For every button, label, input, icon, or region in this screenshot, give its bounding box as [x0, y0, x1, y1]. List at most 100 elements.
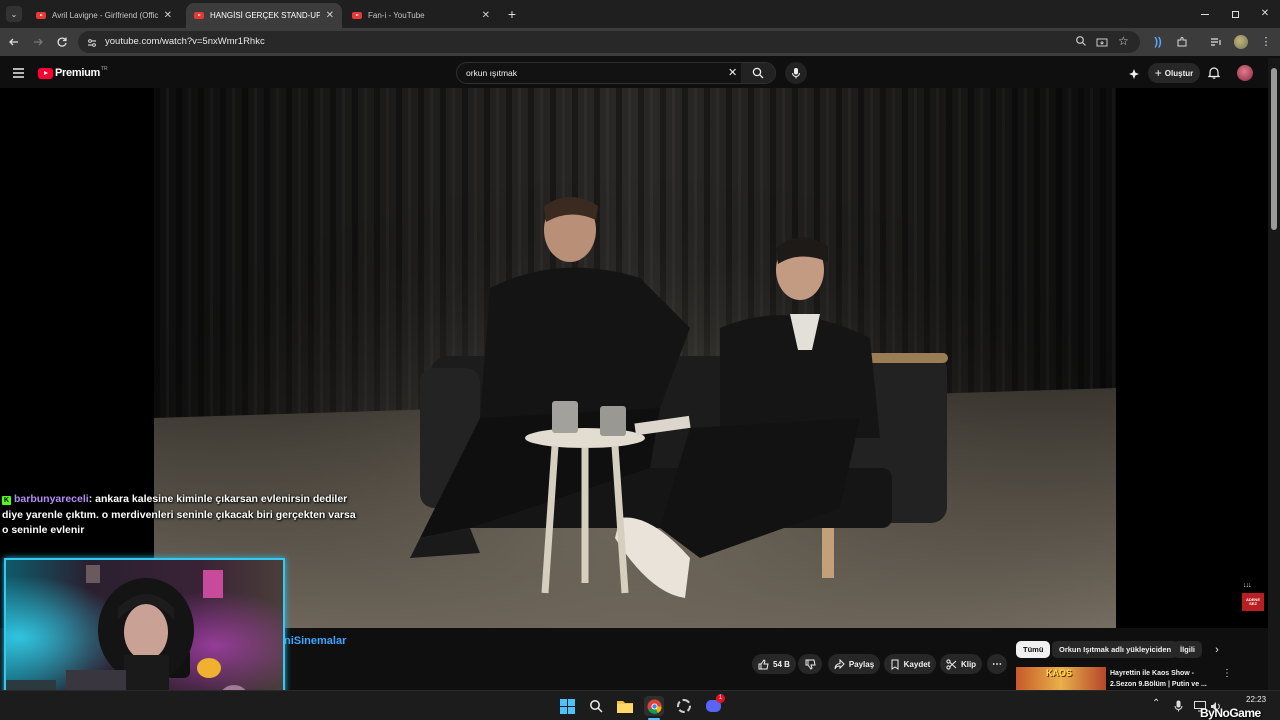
clip-button[interactable]: Klip [940, 654, 982, 674]
corner-badge-text: ADENE SEZ [1245, 597, 1260, 606]
chips-next-button[interactable]: › [1210, 642, 1224, 658]
recommended-more-button[interactable]: ⋮ [1222, 668, 1232, 679]
new-tab-button[interactable]: + [504, 6, 520, 22]
channel-name[interactable]: niSinemalar [284, 635, 346, 647]
page-scrollbar-thumb[interactable] [1271, 68, 1277, 230]
sound-wave-icon: )) [1154, 36, 1162, 48]
restore-button[interactable] [1226, 6, 1244, 22]
browser-tab-1[interactable]: Avril Lavigne - Girlfriend (Official ✕ [28, 3, 180, 28]
voice-search-button[interactable] [785, 62, 807, 84]
browser-tab-strip: ⌄ Avril Lavigne - Girlfriend (Official ✕… [0, 0, 1280, 28]
browser-menu-button[interactable]: ⋮ [1258, 34, 1274, 50]
chip-related[interactable]: İlgili [1173, 641, 1202, 658]
search-box: ✕ [456, 62, 776, 84]
profile-avatar-button[interactable] [1233, 34, 1249, 50]
guide-menu-button[interactable] [12, 66, 26, 80]
back-button[interactable] [6, 34, 22, 50]
hamburger-menu-icon [13, 68, 24, 78]
tray-chevron-up-icon[interactable]: ⌃ [1152, 698, 1160, 709]
browser-toolbar: youtube.com/watch?v=5nxWmr1Rhkc ☆ )) ⋮ [0, 28, 1280, 56]
arrows-down-icon: ↓↓↓ [1243, 582, 1251, 589]
search-button[interactable] [741, 63, 775, 83]
sparkle-icon[interactable] [1128, 67, 1140, 79]
notification-badge: 1 [716, 694, 725, 703]
tab-search-button[interactable]: ⌄ [6, 6, 22, 22]
stream-chat-message: Kbarbunyareceli: ankara kalesine kiminle… [2, 492, 364, 539]
minimize-button[interactable] [1196, 6, 1214, 22]
close-tab-icon[interactable]: ✕ [164, 10, 172, 21]
youtube-logo[interactable]: Premium TR [38, 66, 108, 80]
notifications-button[interactable] [1207, 66, 1221, 80]
like-button[interactable]: 54 B [752, 654, 796, 674]
video-frame-image [154, 88, 1116, 628]
create-label: Oluştur [1164, 68, 1194, 78]
chip-from-uploader[interactable]: Orkun Işıtmak adlı yükleyiciden [1052, 641, 1179, 658]
app-circle-icon [677, 699, 691, 713]
more-actions-button[interactable]: ⋯ [987, 654, 1007, 674]
forward-button[interactable] [30, 34, 46, 50]
close-tab-icon[interactable]: ✕ [482, 10, 490, 21]
video-player[interactable]: ADENE SEZ ↓↓↓ [0, 88, 1268, 628]
browser-tab-2[interactable]: HANGİSİ GERÇEK STAND-UP KO ✕ [186, 3, 342, 28]
zoom-icon[interactable] [1075, 35, 1087, 50]
account-avatar[interactable] [1237, 65, 1253, 81]
clock-time[interactable]: 22:23 [1246, 695, 1266, 704]
recommended-video-thumbnail[interactable]: KAOS [1016, 667, 1106, 690]
window-close-button[interactable]: ✕ [1256, 5, 1274, 21]
search-input[interactable] [466, 66, 716, 80]
app-button[interactable] [674, 696, 694, 716]
tab-title: Avril Lavigne - Girlfriend (Official [52, 11, 158, 20]
chrome-button[interactable] [644, 696, 664, 716]
tab-title: HANGİSİ GERÇEK STAND-UP KO [210, 11, 320, 20]
search-icon [590, 700, 603, 713]
youtube-header: Premium TR ✕ + Oluştur [0, 58, 1280, 88]
url-text: youtube.com/watch?v=5nxWmr1Rhkc [105, 36, 265, 47]
chip-all[interactable]: Tümü [1016, 641, 1051, 658]
more-vertical-icon: ⋮ [1260, 36, 1272, 48]
share-button[interactable]: Paylaş [828, 654, 880, 674]
extensions-button[interactable] [1174, 34, 1190, 50]
puzzle-icon [1177, 37, 1187, 47]
chevron-right-icon: › [1215, 644, 1219, 656]
bookmark-star-icon[interactable]: ☆ [1118, 34, 1129, 48]
create-button[interactable]: + Oluştur [1148, 63, 1200, 83]
media-controls-button[interactable] [1208, 34, 1224, 50]
avatar [1234, 35, 1248, 49]
address-bar[interactable]: youtube.com/watch?v=5nxWmr1Rhkc ☆ [78, 31, 1140, 53]
discord-button[interactable]: 1 [703, 694, 725, 716]
chip-label: Orkun Işıtmak adlı yükleyiciden [1059, 645, 1172, 654]
plus-icon: + [507, 6, 517, 22]
recommended-video-title[interactable]: Hayrettin ile Kaos Show - 2.Sezon 9.Bölü… [1110, 668, 1215, 690]
file-explorer-button[interactable] [615, 696, 635, 716]
recommended-title-line2: 2.Sezon 9.Bölüm | Putin ve ... [1110, 681, 1207, 688]
folder-icon [617, 700, 633, 713]
close-icon: ✕ [1260, 7, 1270, 19]
save-button[interactable]: Kaydet [884, 654, 936, 674]
restore-icon [1231, 10, 1239, 18]
site-info-icon[interactable] [86, 36, 98, 48]
taskbar-search-button[interactable] [586, 696, 606, 716]
dislike-button[interactable] [798, 654, 822, 674]
plus-icon: + [1154, 66, 1162, 80]
channel-corner-badge: ADENE SEZ [1242, 593, 1264, 611]
clear-search-icon[interactable]: ✕ [728, 66, 737, 79]
chevron-down-icon: ⌄ [10, 9, 18, 19]
reload-button[interactable] [54, 34, 70, 50]
arrow-right-icon [34, 38, 43, 46]
tray-microphone-icon[interactable] [1174, 699, 1183, 717]
browser-tab-3[interactable]: Fan-i - YouTube ✕ [344, 3, 498, 28]
share-arrow-icon [834, 658, 845, 669]
like-count: 54 B [773, 659, 790, 669]
chat-username: barbunyareceli [14, 493, 89, 505]
save-label: Kaydet [903, 659, 931, 669]
install-app-icon[interactable] [1096, 36, 1108, 54]
playlist-icon [1211, 38, 1221, 46]
arrow-left-icon [9, 38, 18, 46]
recommended-title-line1: Hayrettin ile Kaos Show - [1110, 670, 1195, 677]
extension-translate-button[interactable]: )) [1150, 34, 1166, 50]
start-button[interactable] [557, 696, 577, 716]
thumbnail-text: KAOS [1046, 668, 1073, 678]
close-tab-icon[interactable]: ✕ [326, 10, 334, 21]
region-code: TR [100, 65, 108, 72]
chip-label: İlgili [1180, 645, 1195, 654]
